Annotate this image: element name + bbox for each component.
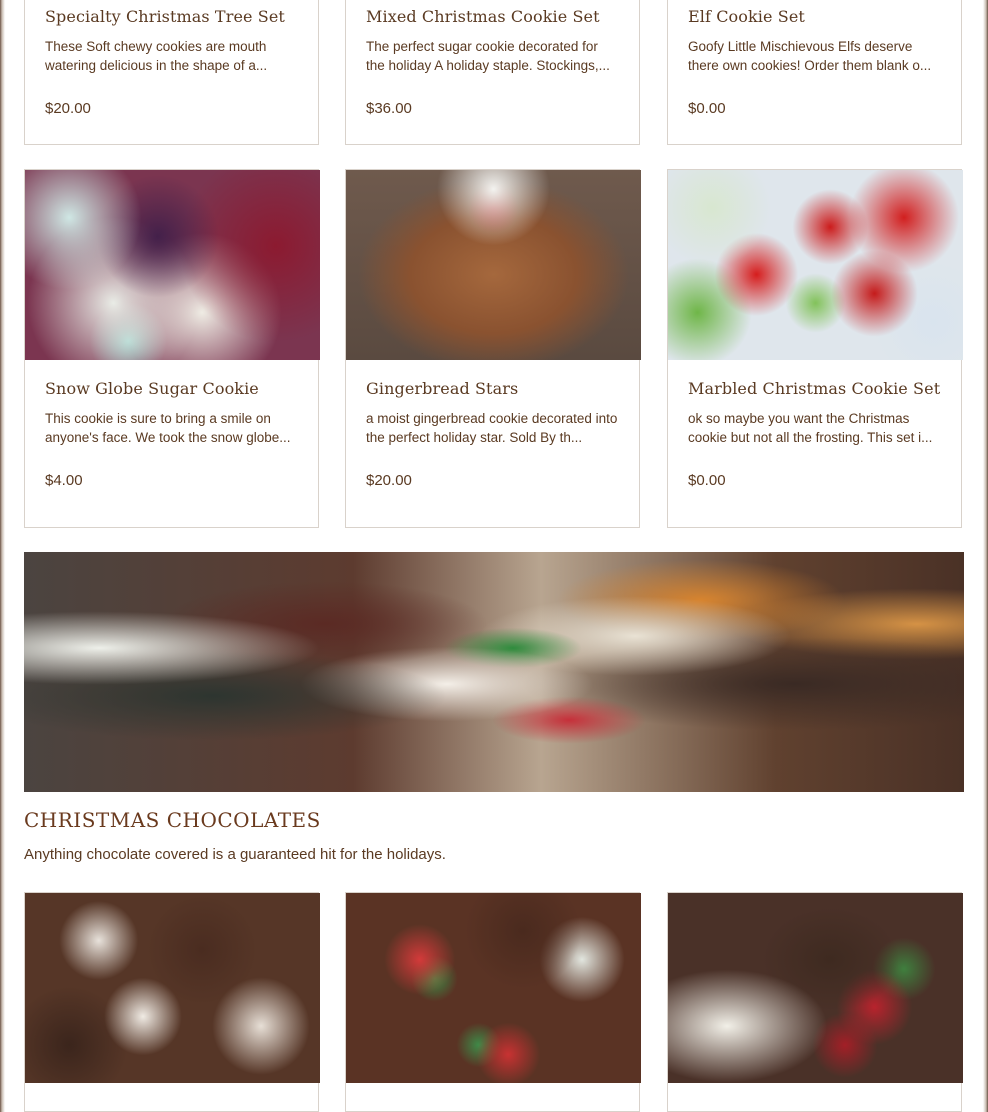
product-description: The perfect sugar cookie decorated for t… xyxy=(366,39,610,73)
chocolates-banner-image xyxy=(24,552,964,792)
product-card[interactable]: Snow Globe Sugar Cookie This cookie is s… xyxy=(24,169,320,528)
snow-globe-cookie-image[interactable] xyxy=(25,170,320,360)
product-card[interactable] xyxy=(667,892,963,1112)
chocolate-pretzels-image[interactable] xyxy=(25,893,320,1083)
product-card[interactable]: Mixed Christmas Cookie Set The perfect s… xyxy=(345,0,640,145)
product-card[interactable] xyxy=(345,892,641,1112)
product-title[interactable]: Snow Globe Sugar Cookie xyxy=(45,379,298,398)
product-price: $20.00 xyxy=(45,100,91,117)
product-card[interactable]: Gingerbread Stars a moist gingerbread co… xyxy=(345,169,641,528)
gingerbread-star-image[interactable] xyxy=(346,170,641,360)
product-title[interactable]: Specialty Christmas Tree Set xyxy=(45,7,298,26)
product-description: Goofy Little Mischievous Elfs deserve th… xyxy=(688,39,932,73)
product-card[interactable]: Marbled Christmas Cookie Set ok so maybe… xyxy=(667,169,963,528)
product-description: ok so maybe you want the Christmas cooki… xyxy=(688,411,933,445)
section-title: CHRISTMAS CHOCOLATES xyxy=(24,808,321,832)
product-price: $4.00 xyxy=(45,472,83,489)
product-price: $0.00 xyxy=(688,472,726,489)
chocolate-strawberries-image[interactable] xyxy=(668,893,963,1083)
product-title[interactable]: Elf Cookie Set xyxy=(688,7,941,26)
product-price: $36.00 xyxy=(366,100,412,117)
product-card[interactable]: Elf Cookie Set Goofy Little Mischievous … xyxy=(667,0,962,145)
product-price: $0.00 xyxy=(688,100,726,117)
marbled-cookie-image[interactable] xyxy=(668,170,963,360)
product-title[interactable]: Mixed Christmas Cookie Set xyxy=(366,7,619,26)
product-title[interactable]: Marbled Christmas Cookie Set xyxy=(688,379,941,398)
product-price: $20.00 xyxy=(366,472,412,489)
section-description: Anything chocolate covered is a guarante… xyxy=(24,846,446,863)
product-description: These Soft chewy cookies are mouth water… xyxy=(45,39,268,73)
product-card[interactable] xyxy=(24,892,320,1112)
product-card[interactable]: Specialty Christmas Tree Set These Soft … xyxy=(24,0,319,145)
chocolate-cookies-image[interactable] xyxy=(346,893,641,1083)
product-description: a moist gingerbread cookie decorated int… xyxy=(366,411,618,445)
product-title[interactable]: Gingerbread Stars xyxy=(366,379,619,398)
product-description: This cookie is sure to bring a smile on … xyxy=(45,411,291,445)
